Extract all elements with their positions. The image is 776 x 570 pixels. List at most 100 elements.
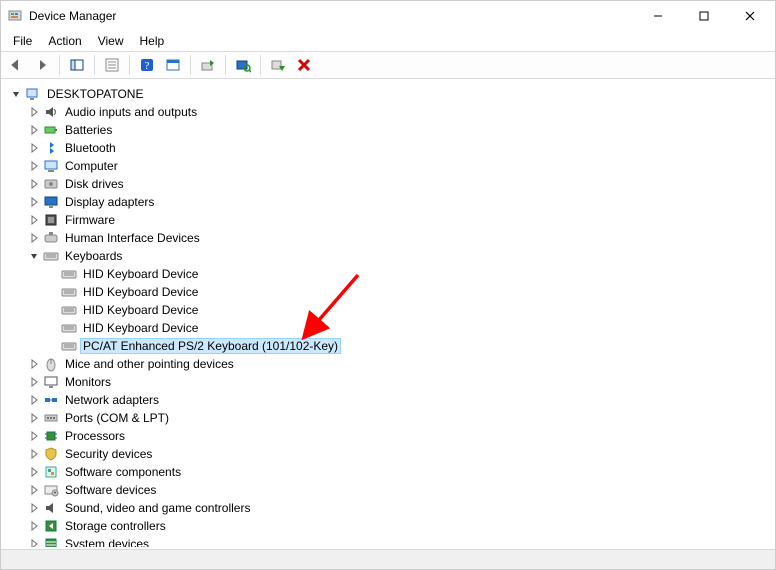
tree-category-label: Processors [63,429,127,443]
keyboard-icon [61,320,77,336]
swcomp-icon [43,464,59,480]
chevron-right-icon[interactable] [27,375,41,389]
tree-device[interactable]: PC/AT Enhanced PS/2 Keyboard (101/102-Ke… [5,337,773,355]
forward-button[interactable] [30,53,54,77]
chevron-right-icon[interactable] [27,141,41,155]
monitor-icon [43,374,59,390]
status-bar [1,549,775,569]
tree-category[interactable]: System devices [5,535,773,547]
firmware-icon [43,212,59,228]
chevron-right-icon[interactable] [27,357,41,371]
tree-category[interactable]: Processors [5,427,773,445]
menu-help[interactable]: Help [132,32,173,50]
chevron-right-icon[interactable] [27,195,41,209]
tree-device[interactable]: HID Keyboard Device [5,319,773,337]
chevron-right-icon[interactable] [27,411,41,425]
tree-category-label: Bluetooth [63,141,118,155]
menu-file[interactable]: File [5,32,40,50]
tree-category-label: Storage controllers [63,519,168,533]
menu-view[interactable]: View [90,32,132,50]
title-bar: Device Manager [1,1,775,31]
tree-category[interactable]: Human Interface Devices [5,229,773,247]
uninstall-button[interactable] [266,53,290,77]
chevron-right-icon[interactable] [27,123,41,137]
maximize-button[interactable] [681,1,727,31]
chevron-right-icon[interactable] [27,465,41,479]
chevron-right-icon[interactable] [27,231,41,245]
audio-icon [43,104,59,120]
tree-device-label: HID Keyboard Device [81,285,200,299]
network-icon [43,392,59,408]
tree-category[interactable]: Software components [5,463,773,481]
tree-device-label: PC/AT Enhanced PS/2 Keyboard (101/102-Ke… [81,339,340,353]
tree-device[interactable]: HID Keyboard Device [5,265,773,283]
tree-category[interactable]: Monitors [5,373,773,391]
close-button[interactable] [727,1,773,31]
keyboard-icon [43,248,59,264]
tree-category[interactable]: Network adapters [5,391,773,409]
tree-category[interactable]: Ports (COM & LPT) [5,409,773,427]
chevron-right-icon[interactable] [27,159,41,173]
view-button[interactable] [161,53,185,77]
tree-category[interactable]: Computer [5,157,773,175]
tree-category[interactable]: Storage controllers [5,517,773,535]
toolbar: ? [1,51,775,79]
chevron-down-icon[interactable] [9,87,23,101]
tree-category[interactable]: Batteries [5,121,773,139]
chevron-right-icon[interactable] [27,501,41,515]
tree-category[interactable]: Mice and other pointing devices [5,355,773,373]
tree-category[interactable]: Software devices [5,481,773,499]
update-driver-button[interactable] [196,53,220,77]
tree-category[interactable]: Bluetooth [5,139,773,157]
chevron-right-icon[interactable] [27,483,41,497]
hid-icon [43,230,59,246]
chevron-right-icon[interactable] [27,447,41,461]
minimize-button[interactable] [635,1,681,31]
tree-category-label: Software devices [63,483,158,497]
chevron-right-icon[interactable] [27,519,41,533]
tree-category-label: System devices [63,537,151,547]
tree-category[interactable]: Security devices [5,445,773,463]
tree-category[interactable]: Keyboards [5,247,773,265]
tree-category-label: Security devices [63,447,154,461]
tree-device[interactable]: HID Keyboard Device [5,301,773,319]
keyboard-icon [61,284,77,300]
show-hide-console-button[interactable] [65,53,89,77]
mouse-icon [43,356,59,372]
disable-button[interactable] [292,53,316,77]
device-tree-scroll[interactable]: DESKTOPATONE Audio inputs and outputs Batt… [3,81,773,547]
properties-button[interactable] [100,53,124,77]
chevron-right-icon[interactable] [27,213,41,227]
tree-category[interactable]: Sound, video and game controllers [5,499,773,517]
chevron-right-icon[interactable] [27,429,41,443]
keyboard-icon [61,266,77,282]
tree-category[interactable]: Disk drives [5,175,773,193]
tree-root[interactable]: DESKTOPATONE [5,85,773,103]
tree-category[interactable]: Display adapters [5,193,773,211]
chevron-down-icon[interactable] [27,249,41,263]
tree-category[interactable]: Audio inputs and outputs [5,103,773,121]
sound-icon [43,500,59,516]
scan-hardware-button[interactable] [231,53,255,77]
tree-category-label: Sound, video and game controllers [63,501,252,515]
keyboard-icon [61,338,77,354]
chevron-right-icon[interactable] [27,393,41,407]
disk-icon [43,176,59,192]
tree-root-label: DESKTOPATONE [45,87,145,101]
chevron-right-icon[interactable] [27,105,41,119]
tree-category-label: Disk drives [63,177,126,191]
tree-device[interactable]: HID Keyboard Device [5,283,773,301]
tree-category-label: Human Interface Devices [63,231,202,245]
chevron-right-icon[interactable] [27,177,41,191]
svg-text:?: ? [145,60,150,72]
help-button[interactable]: ? [135,53,159,77]
back-button[interactable] [4,53,28,77]
tree-device-label: HID Keyboard Device [81,321,200,335]
menu-action[interactable]: Action [40,32,89,50]
tree-category-label: Computer [63,159,120,173]
tree-category[interactable]: Firmware [5,211,773,229]
tree-category-label: Batteries [63,123,114,137]
chevron-right-icon[interactable] [27,537,41,547]
app-icon [7,8,23,24]
menu-bar: File Action View Help [1,31,775,51]
